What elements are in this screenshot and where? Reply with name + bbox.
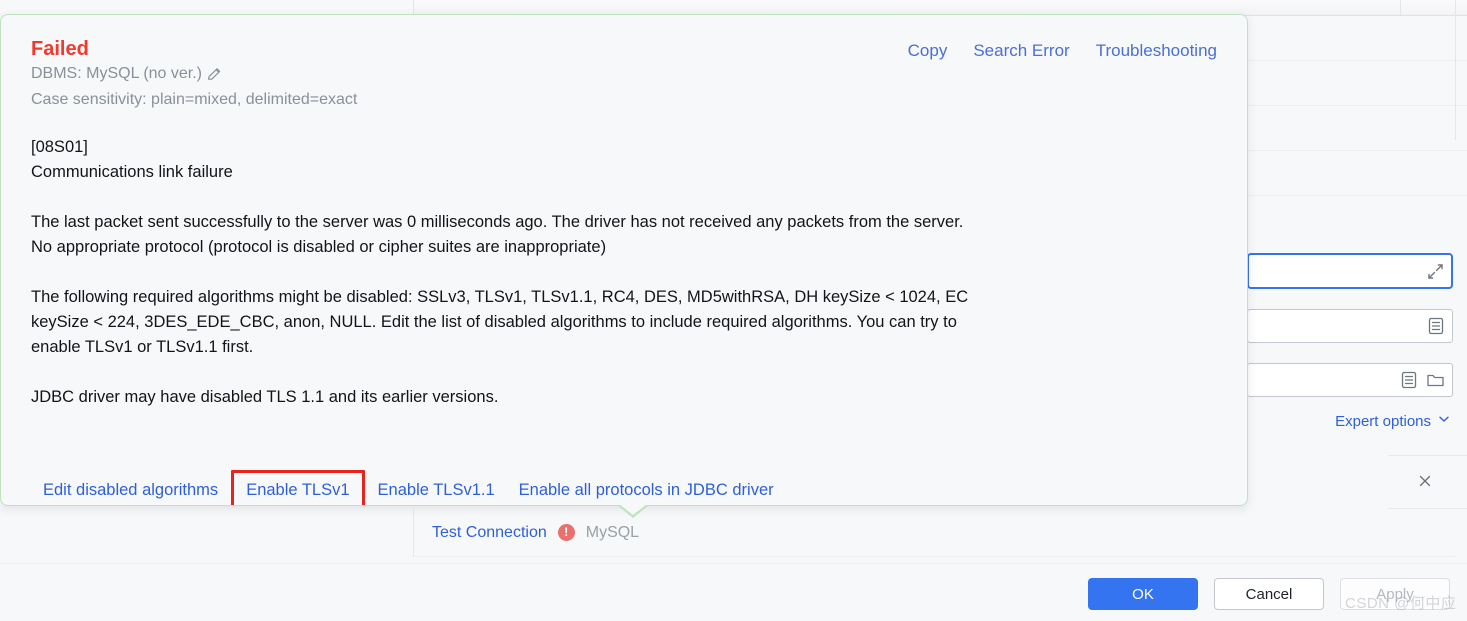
form-row [1247, 106, 1467, 151]
case-sensitivity-line: Case sensitivity: plain=mixed, delimited… [31, 87, 1217, 113]
popup-action-links: Edit disabled algorithms Enable TLSv1 En… [31, 470, 786, 506]
close-icon[interactable] [1414, 470, 1436, 492]
apply-button[interactable]: Apply [1340, 578, 1450, 610]
expand-icon[interactable] [1426, 262, 1445, 281]
chevron-down-icon [1437, 412, 1451, 430]
driver-files-field[interactable] [1247, 309, 1453, 343]
list-icon[interactable] [1426, 316, 1446, 336]
form-row [1247, 151, 1467, 196]
error-message-body: [08S01] Communications link failure The … [31, 135, 1217, 410]
enable-all-protocols-link[interactable]: Enable all protocols in JDBC driver [507, 481, 786, 500]
test-connection-link[interactable]: Test Connection [432, 524, 547, 542]
folder-icon[interactable] [1425, 370, 1446, 391]
dbms-info-line: DBMS: MySQL (no ver.) [31, 61, 1217, 87]
divider [1388, 455, 1467, 456]
dbms-info-text: DBMS: MySQL (no ver.) [31, 61, 202, 87]
panel-divider [1455, 0, 1456, 140]
enable-tlsv11-link[interactable]: Enable TLSv1.1 [366, 481, 507, 500]
test-connection-row: Test Connection ! MySQL [413, 509, 1455, 557]
connection-form-rows [1247, 16, 1467, 216]
enable-tlsv1-link[interactable]: Enable TLSv1 [231, 470, 364, 506]
app-root: Expert options Test Connection ! MySQ [0, 0, 1467, 621]
search-error-link[interactable]: Search Error [973, 41, 1069, 61]
popup-header: Failed Copy Search Error Troubleshooting [31, 37, 1217, 61]
popup-tail-fill [619, 504, 647, 515]
dialog-button-bar: OK Cancel Apply [0, 563, 1467, 621]
troubleshooting-link[interactable]: Troubleshooting [1096, 41, 1217, 61]
edit-disabled-algorithms-link[interactable]: Edit disabled algorithms [31, 481, 230, 500]
form-row [1247, 16, 1467, 61]
connection-error-popup: Failed Copy Search Error Troubleshooting… [0, 14, 1248, 506]
ok-button[interactable]: OK [1088, 578, 1198, 610]
dbms-name-label: MySQL [586, 524, 639, 542]
form-row [1247, 61, 1467, 106]
expert-options-link[interactable]: Expert options [1335, 412, 1451, 430]
list-icon[interactable] [1399, 370, 1419, 390]
cancel-button[interactable]: Cancel [1214, 578, 1324, 610]
popup-header-links: Copy Search Error Troubleshooting [908, 37, 1217, 61]
error-badge-icon: ! [558, 524, 575, 541]
path-field[interactable] [1247, 363, 1453, 397]
popup-title: Failed [31, 37, 89, 61]
pencil-icon[interactable] [204, 66, 223, 83]
copy-link[interactable]: Copy [908, 41, 948, 61]
expert-options-label: Expert options [1335, 413, 1431, 430]
url-input-field[interactable] [1247, 253, 1453, 289]
